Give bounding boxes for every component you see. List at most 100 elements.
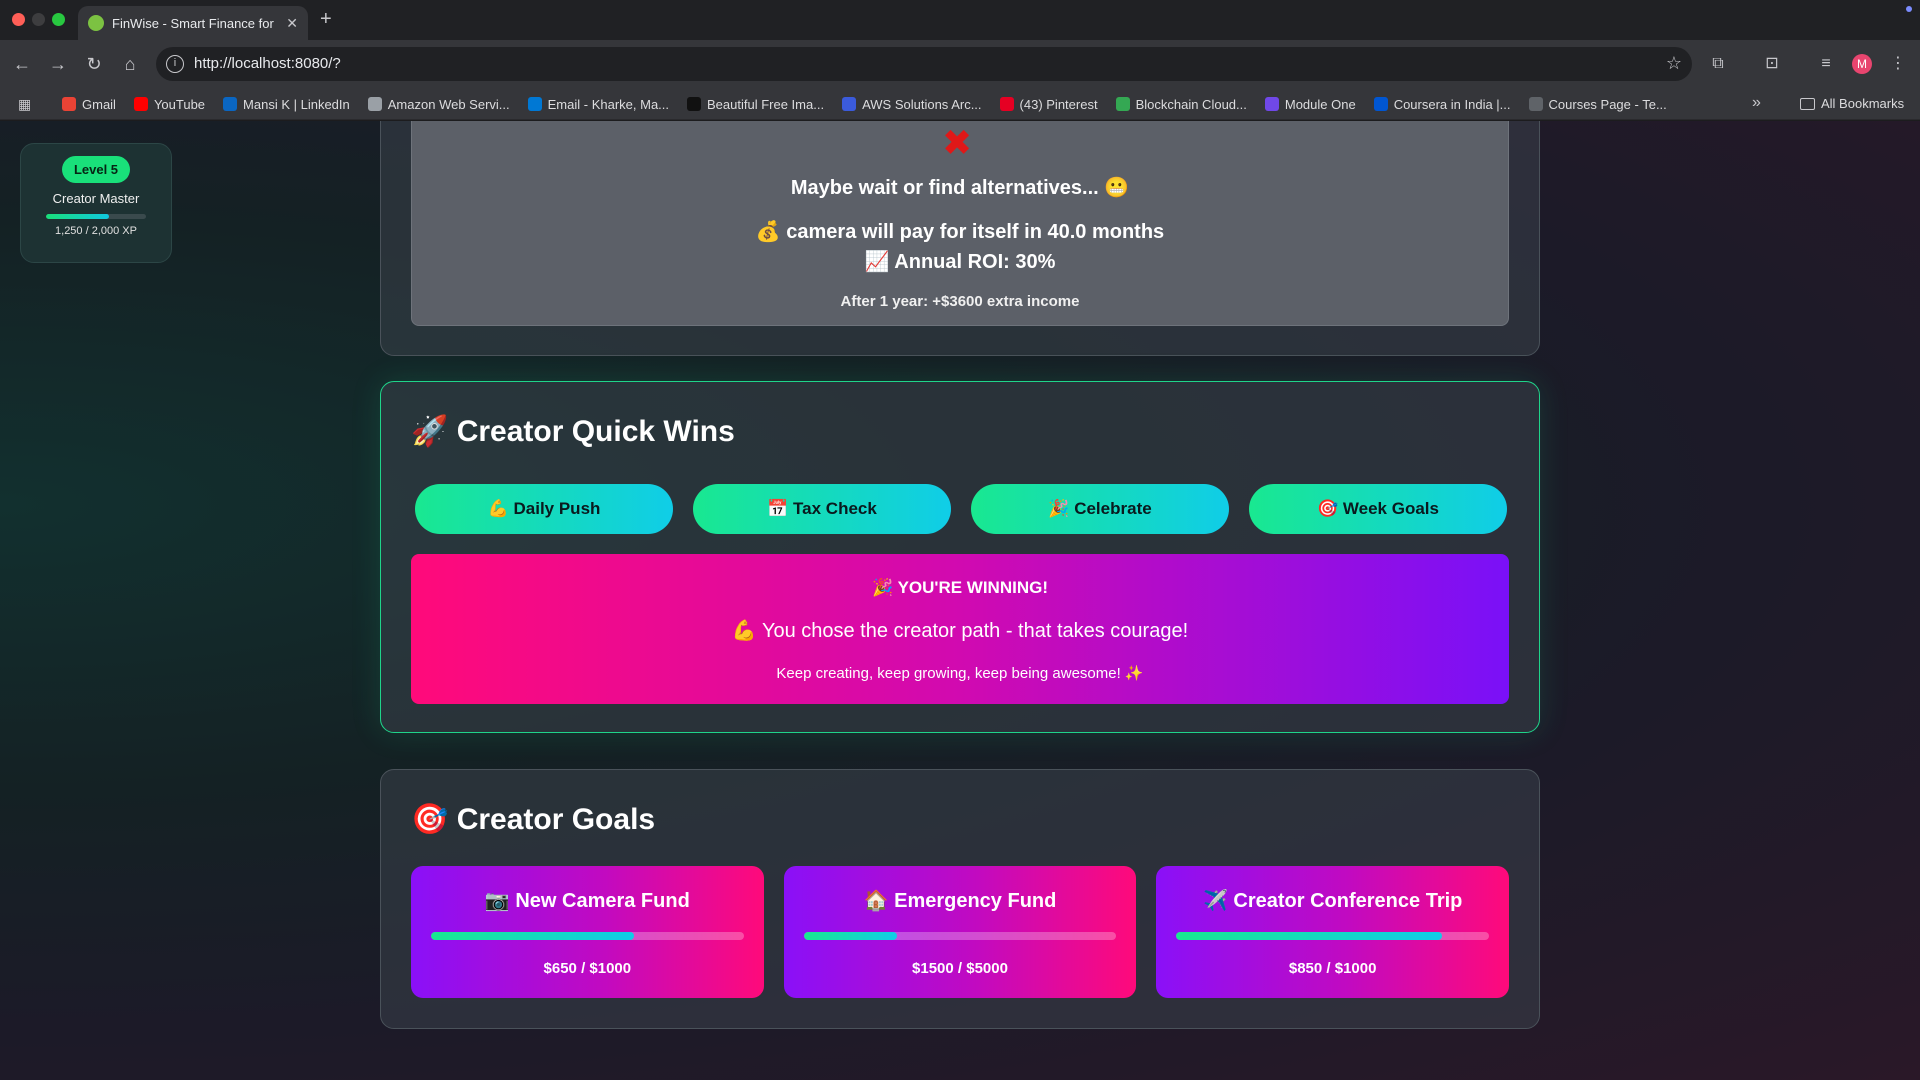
forward-icon[interactable]: → <box>46 52 70 76</box>
quick-wins-buttons: 💪 Daily Push 📅 Tax Check 🎉 Celebrate 🎯 W… <box>415 484 1507 534</box>
bookmark-item[interactable]: Beautiful Free Ima... <box>687 97 824 112</box>
goal-progress-fill <box>803 932 898 940</box>
browser-toolbar: ← → ↻ ⌂ i http://localhost:8080/? ☆ ⧉ ⊡ … <box>0 40 1920 88</box>
week-goals-button[interactable]: 🎯 Week Goals <box>1249 484 1507 534</box>
winning-message: 💪 You chose the creator path - that take… <box>731 620 1189 642</box>
menu-kebab-icon[interactable]: ⋮ <box>1886 52 1910 76</box>
bookmark-favicon-icon <box>687 97 702 111</box>
bookmark-star-icon[interactable]: ☆ <box>1666 53 1682 74</box>
bookmark-item[interactable]: Email - Kharke, Ma... <box>527 96 670 112</box>
address-bar[interactable]: i http://localhost:8080/? ☆ <box>156 47 1692 81</box>
folder-icon <box>1800 97 1815 110</box>
bookmark-favicon-icon <box>1115 97 1130 111</box>
roi-warning: Maybe wait or find alternatives... 😬 <box>790 177 1130 199</box>
page-viewport: Level 5 Creator Master 1,250 / 2,000 XP … <box>0 121 1920 1080</box>
bookmark-label: Amazon Web Servi... <box>387 96 510 112</box>
goal-card-conference[interactable]: ✈️ Creator Conference Trip $850 / $1000 <box>1156 866 1510 998</box>
creator-goals-title: 🎯 Creator Goals <box>411 803 656 836</box>
close-window-button[interactable] <box>12 13 25 26</box>
minimize-window-button[interactable] <box>32 13 45 26</box>
bookmark-favicon-icon <box>1264 97 1279 111</box>
url-text[interactable]: http://localhost:8080/? <box>194 55 341 72</box>
bookmark-favicon-icon <box>133 97 148 111</box>
level-title: Creator Master <box>52 191 140 206</box>
extensions-icon[interactable]: ⧉ <box>1706 52 1730 76</box>
bookmark-favicon-icon <box>62 97 76 111</box>
cross-icon: ✖ <box>942 122 973 163</box>
xp-progress-fill <box>46 214 109 219</box>
apps-grid-icon[interactable]: ▦ <box>18 96 34 112</box>
more-bookmarks-icon[interactable]: » <box>1752 94 1761 112</box>
goal-progress-bar <box>803 932 1117 940</box>
goal-progress-fill <box>1176 932 1443 940</box>
roi-payback: 💰 camera will pay for itself in 40.0 mon… <box>755 221 1165 243</box>
creator-goals-panel: 🎯 Creator Goals 📷 New Camera Fund $650 /… <box>380 769 1540 1029</box>
xp-progress-bar <box>46 214 146 219</box>
goal-name: 📷 New Camera Fund <box>484 890 690 912</box>
bookmark-item[interactable]: Blockchain Cloud... <box>1115 96 1247 112</box>
goal-card-emergency[interactable]: 🏠 Emergency Fund $1500 / $5000 <box>783 866 1137 998</box>
goal-card-camera[interactable]: 📷 New Camera Fund $650 / $1000 <box>411 866 764 998</box>
new-tab-button[interactable]: + <box>320 8 332 31</box>
browser-tab[interactable]: FinWise - Smart Finance for C ✕ <box>78 6 308 40</box>
bookmark-favicon-icon <box>527 97 542 111</box>
reload-icon[interactable]: ↻ <box>82 52 106 76</box>
bookmark-item[interactable]: Courses Page - Te... <box>1528 96 1667 112</box>
bookmark-list: Gmail YouTube Mansi K | LinkedIn Amazon Web… <box>62 88 1667 120</box>
tab-search-icon[interactable]: ⊡ <box>1760 52 1784 76</box>
bookmark-favicon-icon <box>223 97 238 111</box>
bookmark-label: Email - Kharke, Ma... <box>547 96 670 112</box>
tax-check-button[interactable]: 📅 Tax Check <box>693 484 951 534</box>
bookmark-label: YouTube <box>153 96 206 112</box>
bookmark-item[interactable]: (43) Pinterest <box>999 96 1098 112</box>
bookmark-label: Mansi K | LinkedIn <box>243 96 350 112</box>
back-icon[interactable]: ← <box>10 52 34 76</box>
profile-avatar[interactable]: M <box>1852 54 1872 74</box>
all-bookmarks-label: All Bookmarks <box>1821 96 1905 111</box>
goal-amount: $850 / $1000 <box>1288 960 1377 977</box>
quick-wins-title: 🚀 Creator Quick Wins <box>411 415 735 448</box>
winning-subtext: Keep creating, keep growing, keep being … <box>776 665 1144 682</box>
bookmark-favicon-icon <box>1373 97 1388 111</box>
bookmark-item[interactable]: Amazon Web Servi... <box>367 96 510 112</box>
bookmark-favicon-icon <box>1528 97 1543 111</box>
tab-title: FinWise - Smart Finance for C <box>112 15 279 31</box>
goal-progress-bar <box>1176 932 1490 940</box>
site-info-icon[interactable]: i <box>166 55 184 73</box>
bookmark-label: AWS Solutions Arc... <box>862 96 982 112</box>
quick-wins-panel: 🚀 Creator Quick Wins 💪 Daily Push 📅 Tax … <box>380 381 1540 733</box>
bookmark-item[interactable]: Gmail <box>62 97 116 112</box>
bookmark-item[interactable]: YouTube <box>133 96 206 112</box>
winning-banner: 🎉 YOU'RE WINNING! 💪 You chose the creato… <box>411 554 1509 704</box>
reading-list-icon[interactable]: ≡ <box>1814 52 1838 76</box>
bookmark-item[interactable]: Mansi K | LinkedIn <box>223 97 350 112</box>
bookmark-item[interactable]: Module One <box>1264 97 1356 112</box>
notification-dot <box>1906 6 1912 12</box>
winning-title: 🎉 YOU'RE WINNING! <box>871 578 1048 597</box>
bookmark-label: Courses Page - Te... <box>1548 96 1667 112</box>
roi-panel: ✖ Maybe wait or find alternatives... 😬 💰… <box>380 121 1540 356</box>
xp-text: 1,250 / 2,000 XP <box>55 225 137 237</box>
home-icon[interactable]: ⌂ <box>118 52 142 76</box>
bookmark-favicon-icon <box>842 97 857 111</box>
goal-progress-bar <box>431 932 744 940</box>
bookmark-label: (43) Pinterest <box>1019 96 1098 112</box>
daily-push-button[interactable]: 💪 Daily Push <box>415 484 673 534</box>
bookmark-favicon-icon <box>367 97 382 111</box>
bookmark-label: Gmail <box>82 96 116 112</box>
close-tab-icon[interactable]: ✕ <box>286 15 298 32</box>
leaf-icon <box>88 15 104 31</box>
maximize-window-button[interactable] <box>52 13 65 26</box>
goal-name: ✈️ Creator Conference Trip <box>1202 890 1463 912</box>
bookmark-item[interactable]: Coursera in India |... <box>1373 96 1511 112</box>
goal-cards: 📷 New Camera Fund $650 / $1000 🏠 Emergen… <box>411 866 1510 998</box>
celebrate-button[interactable]: 🎉 Celebrate <box>971 484 1229 534</box>
goal-name: 🏠 Emergency Fund <box>863 890 1057 912</box>
goal-amount: $650 / $1000 <box>543 960 632 977</box>
tab-bar: FinWise - Smart Finance for C ✕ + <box>0 0 1920 40</box>
all-bookmarks-button[interactable]: All Bookmarks <box>1800 96 1904 111</box>
bookmark-label: Blockchain Cloud... <box>1135 96 1247 112</box>
bookmark-label: Coursera in India |... <box>1393 96 1511 112</box>
bookmark-item[interactable]: AWS Solutions Arc... <box>842 96 982 112</box>
bookmarks-bar: ▦ Gmail YouTube Mansi K | LinkedIn Amazon W… <box>0 88 1920 120</box>
